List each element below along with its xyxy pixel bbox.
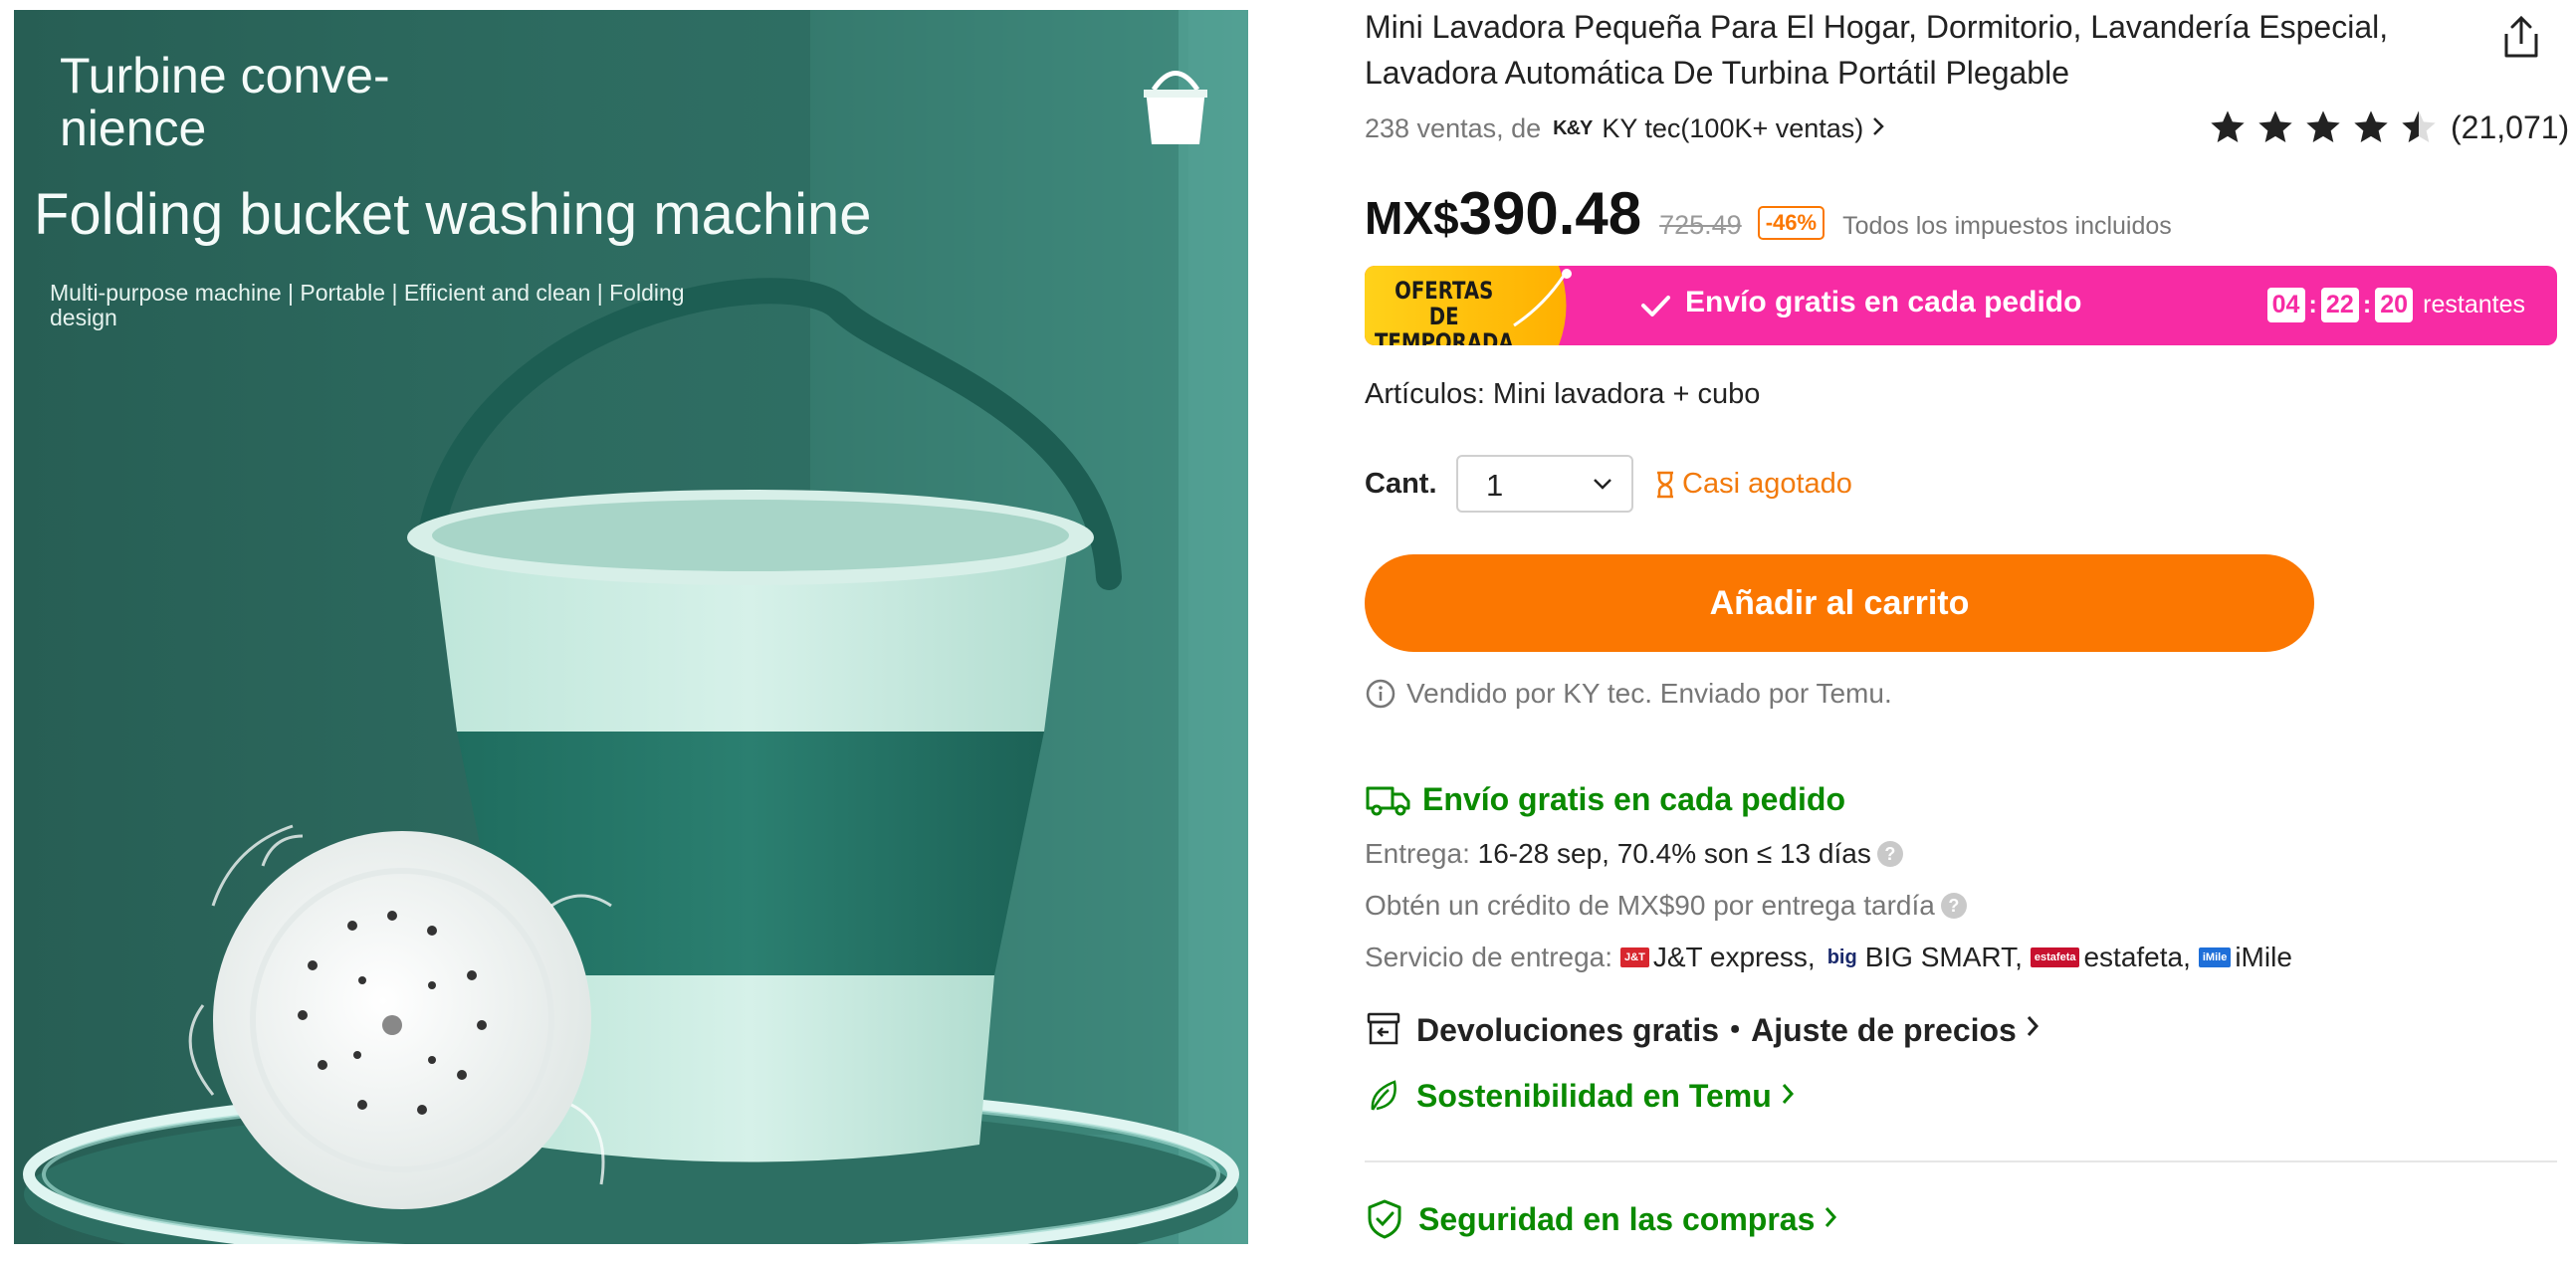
chevron-right-icon [1780, 1078, 1810, 1115]
rating-count: (21,071) [2451, 108, 2570, 145]
price-amount: 390.48 [1458, 180, 1642, 247]
star-icon [2211, 110, 2245, 142]
sustainability-link[interactable]: Sostenibilidad en Temu [1365, 1077, 1810, 1115]
timer-separator: : [2362, 291, 2372, 318]
add-to-cart-button[interactable]: Añadir al carrito [1365, 554, 2314, 652]
share-button[interactable] [2496, 12, 2546, 62]
shopping-safety-text: Seguridad en las compras [1418, 1200, 1816, 1237]
shopping-safety-link[interactable]: Seguridad en las compras [1365, 1198, 1852, 1240]
return-box-icon [1367, 1012, 1400, 1045]
big-smart-logo: big [1826, 946, 1857, 968]
timer-seconds: 20 [2375, 288, 2414, 322]
seller-line[interactable]: 238 ventas, de K&Y KY tec(100K+ ventas) [1365, 113, 1885, 144]
carrier-estafeta: estafeta, [2083, 942, 2191, 972]
free-shipping-heading: Envío gratis en cada pedido [1365, 780, 1845, 818]
star-icon [2306, 110, 2340, 142]
delivery-estimate: Entrega: 16-28 sep, 70.4% son ≤ 13 días … [1365, 838, 1903, 870]
star-icon [2354, 110, 2388, 142]
carrier-jt: J&T express, [1652, 942, 1816, 972]
price-currency: MX$ [1365, 192, 1459, 244]
stock-status-text: Casi agotado [1682, 468, 1852, 500]
product-title: Mini Lavadora Pequeña Para El Hogar, Dor… [1365, 9, 2389, 91]
sold-by: Vendido por KY tec. Enviado por Temu. [1365, 678, 1892, 710]
image-subheadline: Folding bucket washing machine [34, 182, 872, 247]
late-credit-text: Obtén un crédito de MX$90 por entrega ta… [1365, 890, 1935, 921]
hourglass-icon [1657, 471, 1673, 498]
truck-icon [1366, 786, 1410, 816]
quantity-value: 1 [1486, 468, 1504, 503]
quantity-select[interactable]: 1 [1456, 455, 1633, 513]
info-icon [1366, 679, 1395, 709]
check-icon [1641, 296, 1670, 316]
divider [1365, 1160, 2557, 1162]
chevron-right-icon [1871, 113, 1885, 144]
timer-suffix: restantes [2423, 291, 2525, 318]
quantity-label: Cant. [1365, 468, 1437, 500]
original-price: 725.49 [1659, 210, 1742, 240]
free-returns-link[interactable]: Devoluciones gratis・Ajuste de precios [1365, 1005, 2054, 1051]
selected-variant[interactable]: Artículos: Mini lavadora + cubo [1365, 378, 1760, 411]
countdown-timer: 04 : 22 : 20 restantes [2266, 288, 2525, 322]
sustainability-text: Sostenibilidad en Temu [1416, 1077, 1772, 1114]
sold-by-text: Vendido por KY tec. Enviado por Temu. [1406, 678, 1892, 709]
seller-logo: K&Y [1553, 117, 1593, 139]
leaf-icon [1371, 1080, 1396, 1111]
season-offer-label: OFERTAS DE TEMPORADA [1375, 277, 1514, 345]
chevron-down-icon [1594, 479, 1611, 490]
promo-banner[interactable]: OFERTAS DE TEMPORADA Envío gratis en cad… [1365, 266, 2557, 345]
product-image[interactable]: Turbine conve- nience Folding bucket was… [14, 10, 1248, 1244]
free-shipping-text: Envío gratis en cada pedido [1422, 780, 1845, 817]
free-returns-text: Devoluciones gratis・Ajuste de precios [1416, 1012, 2017, 1048]
delivery-value: 16-28 sep, 70.4% son ≤ 13 días [1477, 838, 1871, 869]
timer-hours: 04 [2266, 288, 2305, 322]
share-icon [2504, 15, 2538, 58]
image-tagline: Multi-purpose machine | Portable | Effic… [50, 280, 685, 330]
jt-express-logo: J&T [1620, 947, 1649, 967]
seller-name[interactable]: KY tec(100K+ ventas) [1602, 113, 1863, 144]
timer-minutes: 22 [2320, 288, 2359, 322]
delivery-service-label: Servicio de entrega: [1365, 942, 1613, 972]
star-half-icon [2402, 110, 2436, 142]
shield-check-icon [1368, 1199, 1401, 1239]
carrier-imile: iMile [2235, 942, 2292, 972]
price-row: MX$ 390.48 725.49 -46% Todos los impuest… [1365, 179, 2172, 248]
rating[interactable]: (21,071) [2208, 107, 2569, 147]
promo-text: Envío gratis en cada pedido [1685, 286, 2082, 318]
late-delivery-credit: Obtén un crédito de MX$90 por entrega ta… [1365, 890, 1967, 922]
stock-status: Casi agotado [1654, 468, 1852, 501]
carrier-big-smart: BIG SMART, [1864, 942, 2023, 972]
delivery-services: Servicio de entrega: J&T J&T express, bi… [1365, 942, 2292, 973]
discount-badge: -46% [1757, 206, 1825, 240]
sales-count: 238 ventas, de [1365, 113, 1542, 143]
imile-logo: iMile [2198, 947, 2232, 967]
chevron-right-icon [1823, 1201, 1852, 1238]
estafeta-logo: estafeta [2030, 947, 2080, 967]
timer-separator: : [2308, 291, 2317, 318]
chevron-right-icon [2025, 1010, 2054, 1047]
delivery-label: Entrega: [1365, 838, 1470, 869]
tax-note: Todos los impuestos incluidos [1842, 212, 2172, 240]
help-icon[interactable]: ? [1940, 893, 1967, 919]
star-icon [2258, 110, 2292, 142]
help-icon[interactable]: ? [1876, 841, 1903, 867]
image-headline: Turbine conve- nience [60, 48, 390, 156]
